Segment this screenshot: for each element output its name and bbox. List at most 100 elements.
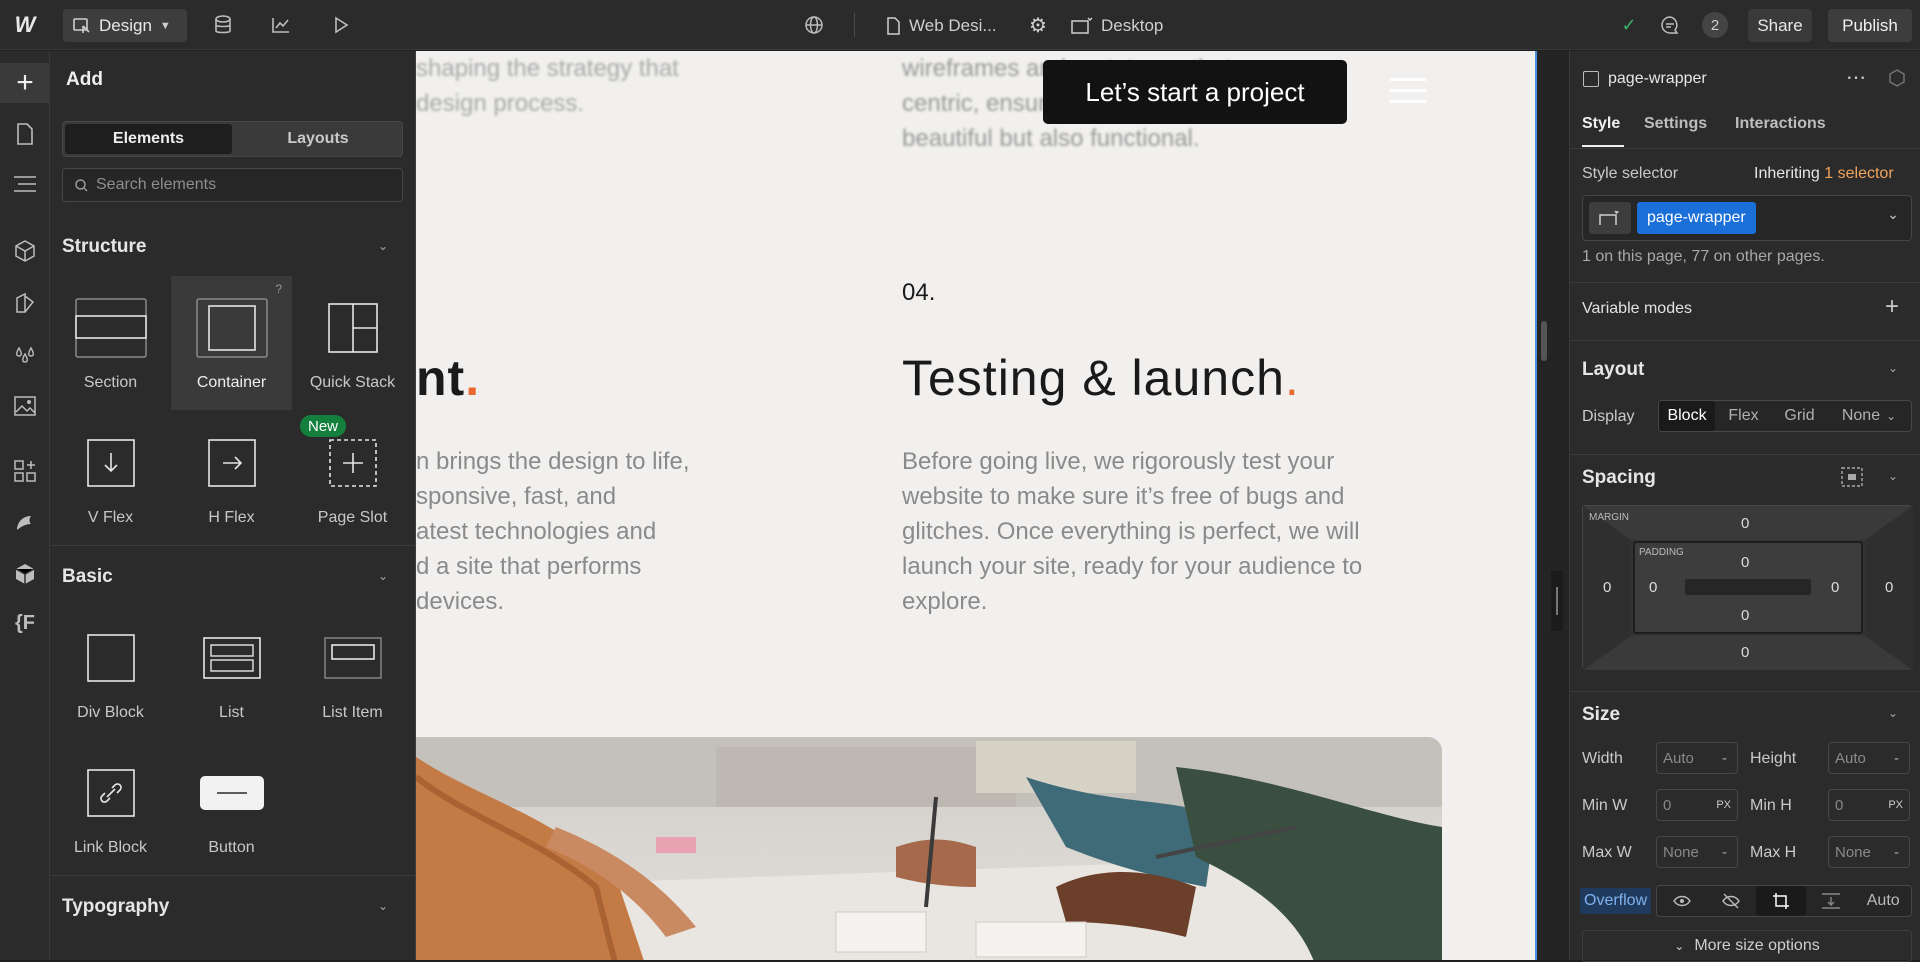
tab-layouts[interactable]: Layouts [234, 124, 402, 154]
assets-image-icon[interactable] [0, 386, 50, 426]
search-elements-field[interactable]: Search elements [62, 168, 403, 202]
padding-left-value[interactable]: 0 [1649, 579, 1657, 596]
overflow-visible-eye-icon[interactable] [1657, 886, 1707, 916]
margin-top-value[interactable]: 0 [1741, 515, 1749, 532]
overflow-hidden-eye-icon[interactable] [1707, 886, 1757, 916]
element-name: page-wrapper [1608, 70, 1707, 87]
help-icon[interactable]: ? [275, 282, 282, 296]
overflow-auto-option[interactable]: Auto [1855, 886, 1911, 916]
share-button[interactable]: Share [1748, 9, 1812, 42]
tab-settings[interactable]: Settings [1644, 115, 1707, 133]
collaborators-count[interactable]: 2 [1702, 12, 1728, 38]
analytics-chart-icon[interactable] [266, 10, 296, 40]
variables-drops-icon[interactable] [0, 335, 50, 375]
size-heading[interactable]: Size [1582, 704, 1620, 726]
element-link-block[interactable]: Link Block [50, 741, 171, 875]
max-width-input[interactable]: None - [1656, 836, 1738, 868]
structure-heading[interactable]: Structure [62, 236, 146, 258]
selector-chip[interactable]: page-wrapper [1637, 202, 1756, 234]
list-icon [196, 626, 268, 690]
scrollbar-thumb[interactable] [1541, 321, 1547, 361]
element-list-item[interactable]: List Item [292, 606, 413, 740]
overflow-label[interactable]: Overflow [1580, 888, 1652, 914]
margin-right-value[interactable]: 0 [1885, 579, 1893, 596]
webflow-logo[interactable]: W [0, 0, 50, 50]
display-none-option[interactable]: None ⌄ [1827, 401, 1911, 431]
layout-heading[interactable]: Layout [1582, 359, 1644, 381]
element-quick-stack[interactable]: Quick Stack [292, 276, 413, 410]
more-options-icon[interactable]: ⋯ [1846, 65, 1866, 90]
panel-resize-handle[interactable] [1551, 571, 1563, 631]
typography-chevron-icon[interactable]: ⌄ [378, 899, 388, 913]
figma-plugin-icon[interactable] [0, 503, 50, 543]
page-settings-gear-icon[interactable]: ⚙ [1023, 10, 1053, 40]
padding-top-value[interactable]: 0 [1741, 554, 1749, 571]
overflow-scroll-icon[interactable] [1756, 886, 1806, 916]
style-manager-icon[interactable] [0, 283, 50, 323]
mode-label: Design [99, 15, 152, 35]
code-braces-icon[interactable]: {F [0, 603, 50, 643]
margin-bottom-value[interactable]: 0 [1741, 644, 1749, 661]
breakpoint-selector[interactable]: Desktop [1071, 9, 1171, 42]
width-input[interactable]: Auto - [1656, 742, 1738, 774]
spacing-heading[interactable]: Spacing [1582, 467, 1656, 489]
spacing-preset-icon[interactable] [1841, 467, 1863, 492]
min-height-input[interactable]: 0 PX [1828, 789, 1910, 821]
element-v-flex[interactable]: V Flex [50, 411, 171, 545]
comments-icon[interactable] [1655, 10, 1685, 40]
tab-style[interactable]: Style [1582, 115, 1620, 133]
element-section[interactable]: Section [50, 276, 171, 410]
selector-type-icon[interactable] [1589, 202, 1631, 234]
selector-chevron-icon[interactable]: ⌄ [1887, 206, 1899, 223]
selector-field[interactable]: page-wrapper ⌄ [1582, 195, 1912, 241]
add-plus-icon[interactable]: + [0, 63, 50, 103]
publish-button[interactable]: Publish [1828, 9, 1912, 42]
pages-icon[interactable] [0, 114, 50, 154]
checkmark-icon[interactable]: ✓ [1614, 10, 1644, 40]
structure-chevron-icon[interactable]: ⌄ [378, 239, 388, 253]
element-div-block[interactable]: Div Block [50, 606, 171, 740]
mode-switcher[interactable]: Design ▼ [63, 9, 187, 42]
padding-bottom-value[interactable]: 0 [1741, 607, 1749, 624]
navigator-icon[interactable] [0, 164, 50, 204]
layout-chevron-icon[interactable]: ⌄ [1888, 361, 1898, 375]
element-h-flex[interactable]: H Flex [171, 411, 292, 545]
typography-heading[interactable]: Typography [62, 896, 169, 918]
inheriting-count[interactable]: 1 selector [1824, 165, 1893, 182]
size-chevron-icon[interactable]: ⌄ [1888, 706, 1898, 720]
apps-grid-icon[interactable] [0, 451, 50, 491]
spacing-box-model: MARGIN 0 0 0 0 PADDING 0 0 0 0 [1582, 505, 1913, 670]
basic-chevron-icon[interactable]: ⌄ [378, 569, 388, 583]
element-container[interactable]: ? Container [171, 276, 292, 410]
display-grid-option[interactable]: Grid [1772, 401, 1827, 431]
more-size-options-button[interactable]: ⌄ More size options [1582, 930, 1912, 962]
basic-heading[interactable]: Basic [62, 566, 113, 588]
add-variable-mode-plus-icon[interactable]: + [1885, 293, 1899, 321]
tab-interactions[interactable]: Interactions [1735, 115, 1826, 133]
spacing-chevron-icon[interactable]: ⌄ [1888, 469, 1898, 483]
page-selector[interactable]: Web Desi... [886, 9, 1011, 42]
link-block-label: Link Block [74, 839, 147, 856]
element-page-slot[interactable]: New Page Slot [292, 411, 413, 545]
element-checkbox[interactable] [1583, 71, 1599, 87]
components-icon[interactable] [0, 231, 50, 271]
display-flex-option[interactable]: Flex [1715, 401, 1772, 431]
globe-icon[interactable] [799, 10, 829, 40]
element-button[interactable]: Button [171, 741, 292, 875]
max-height-input[interactable]: None - [1828, 836, 1910, 868]
height-input[interactable]: Auto - [1828, 742, 1910, 774]
min-width-input[interactable]: 0 PX [1656, 789, 1738, 821]
design-canvas[interactable]: shaping the strategy that design process… [416, 51, 1537, 960]
hamburger-menu-icon[interactable] [1390, 78, 1426, 104]
cms-database-icon[interactable] [208, 10, 238, 40]
overflow-clip-icon[interactable] [1806, 886, 1856, 916]
tab-elements[interactable]: Elements [65, 124, 232, 154]
component-cube-icon[interactable] [1888, 69, 1906, 92]
preview-play-icon[interactable] [326, 10, 356, 40]
3d-cube-icon[interactable] [0, 554, 50, 594]
margin-left-value[interactable]: 0 [1603, 579, 1611, 596]
padding-right-value[interactable]: 0 [1831, 579, 1839, 596]
cta-button[interactable]: Let’s start a project [1043, 60, 1347, 124]
display-block-option[interactable]: Block [1659, 401, 1715, 431]
element-list[interactable]: List [171, 606, 292, 740]
